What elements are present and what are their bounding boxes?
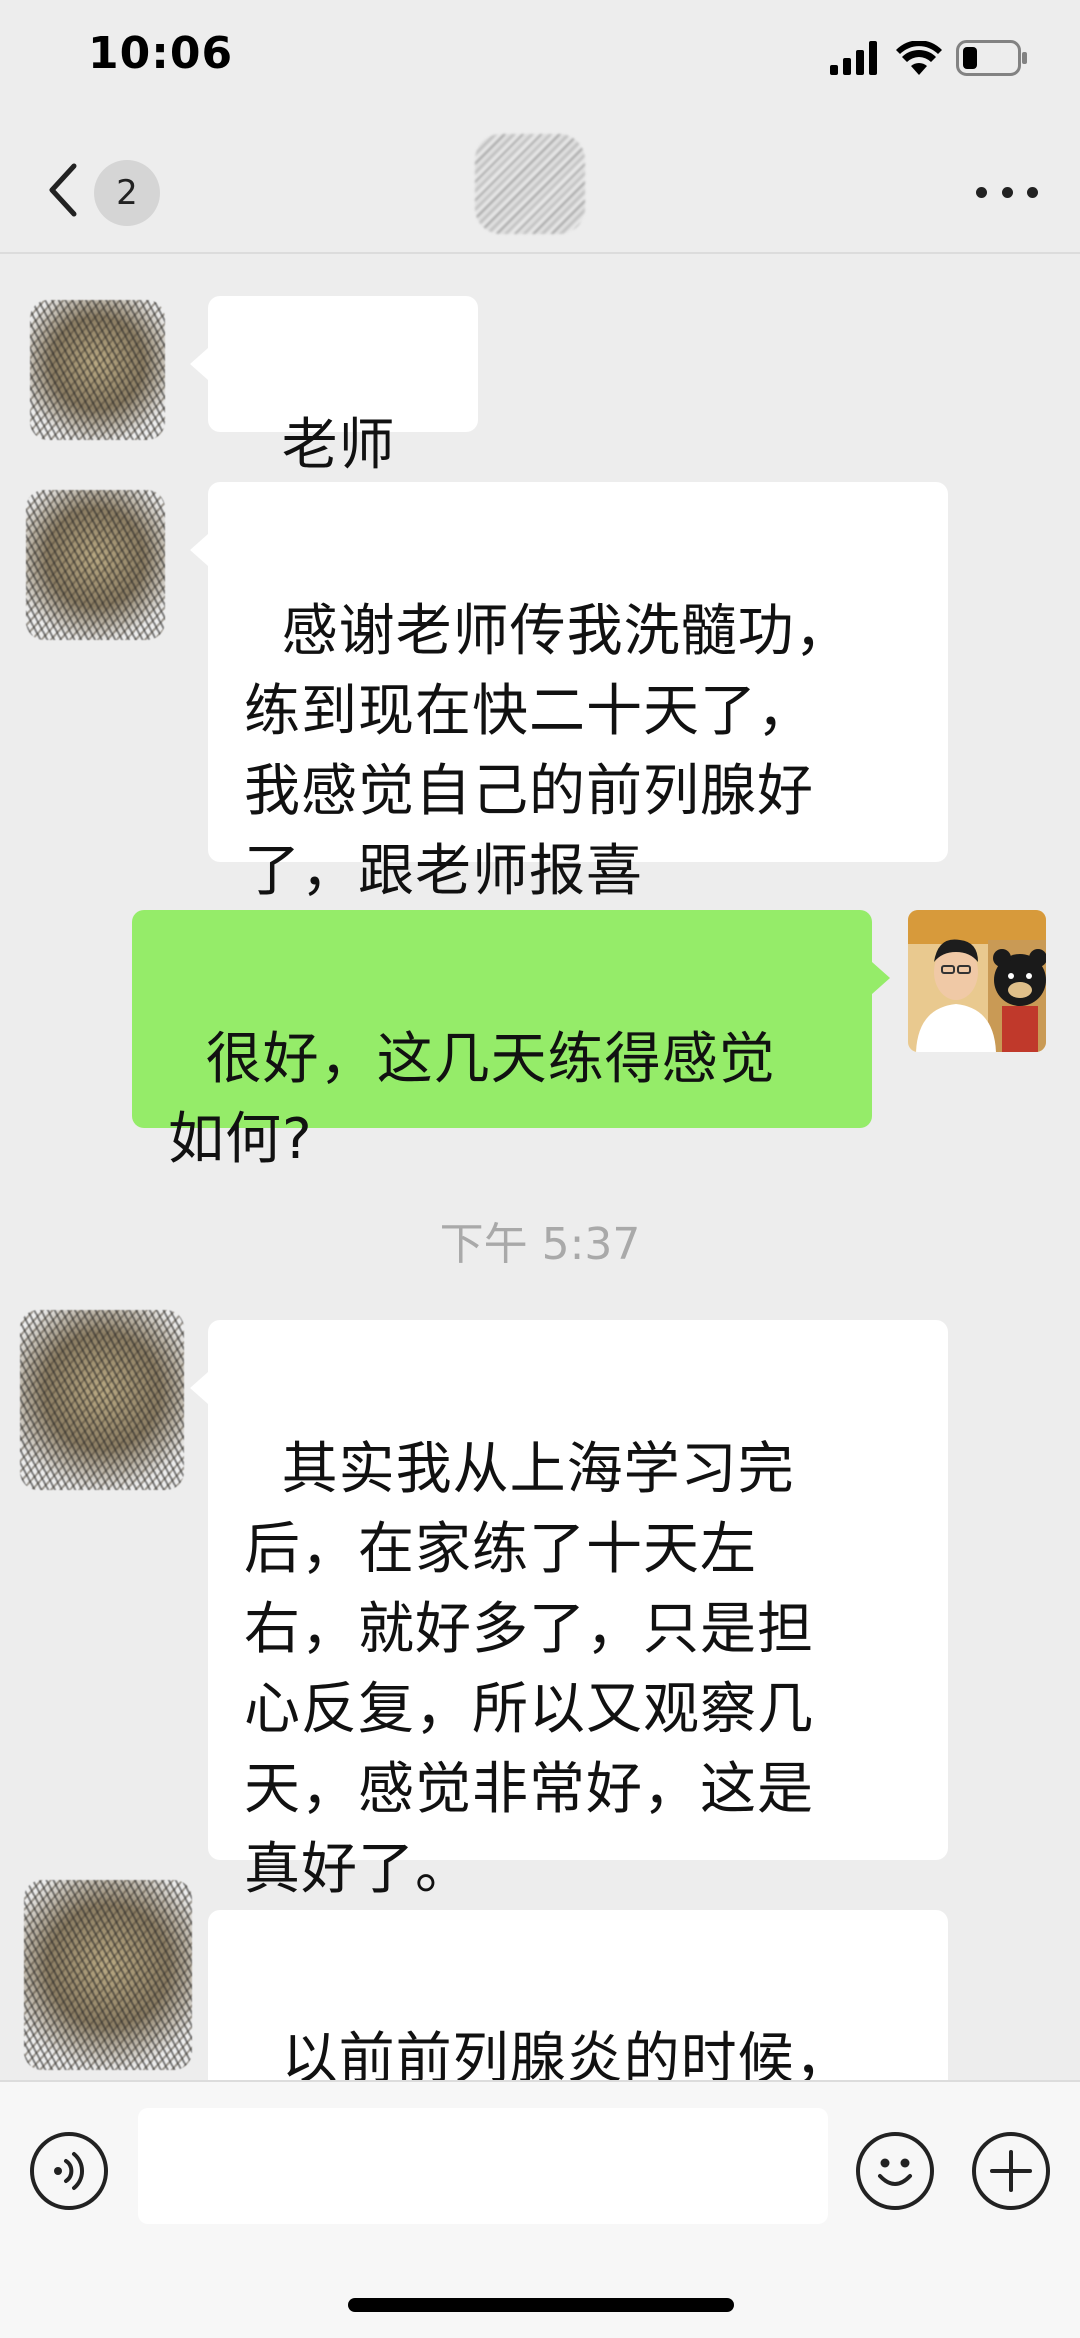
chat-header: 2 — [0, 128, 1080, 254]
unread-count-badge[interactable]: 2 — [94, 160, 160, 226]
plus-icon — [990, 2150, 1032, 2192]
message-bubble-received[interactable]: 老师好 — [190, 296, 478, 558]
emoji-icon — [878, 2158, 912, 2186]
status-bar: 10:06 — [0, 0, 1080, 120]
message-text: 其实我从上海学习完 后，在家练了十天左 右，就好多了，只是担 心反复，所以又观察… — [244, 1437, 814, 1902]
message-bubble-received[interactable]: 感谢老师传我洗髓功， 练到现在快二十天了， 我感觉自己的前列腺好 了，跟老师报喜 — [190, 482, 948, 904]
user-photo-icon — [908, 910, 1046, 1052]
emoji-button[interactable] — [856, 2132, 934, 2210]
message-timestamp: 下午 5:37 — [439, 1219, 641, 1270]
message-text-input[interactable] — [138, 2108, 828, 2224]
contact-avatar-redacted[interactable] — [0, 1860, 200, 2080]
contact-avatar-redacted[interactable] — [0, 280, 175, 480]
message-bubble-received[interactable]: 其实我从上海学习完 后，在家练了十天左 右，就好多了，只是担 心反复，所以又观察… — [190, 1320, 948, 1902]
self-avatar[interactable] — [908, 910, 1046, 1052]
more-functions-button[interactable] — [972, 2132, 1050, 2210]
wifi-icon — [896, 41, 942, 75]
home-indicator[interactable] — [348, 2298, 734, 2312]
voice-icon — [54, 2152, 85, 2190]
back-button[interactable] — [44, 158, 84, 222]
chat-title-redacted — [475, 134, 585, 234]
signal-icon — [830, 41, 877, 75]
message-text: 感谢老师传我洗髓功， 练到现在快二十天了， 我感觉自己的前列腺好 了，跟老师报喜 — [244, 599, 852, 904]
more-dots-icon — [976, 186, 987, 198]
battery-icon — [956, 40, 1027, 76]
more-options-button[interactable] — [976, 172, 1038, 212]
status-time: 10:06 — [88, 28, 234, 79]
message-bubble-sent[interactable]: 很好，这几天练得感觉 如何? — [132, 910, 890, 1172]
status-icons — [830, 36, 1028, 80]
chevron-left-icon — [49, 163, 77, 217]
voice-button[interactable] — [30, 2132, 108, 2210]
contact-avatar-redacted[interactable] — [0, 1290, 190, 1530]
contact-avatar-redacted[interactable] — [0, 470, 175, 670]
message-text: 很好，这几天练得感觉 如何? — [168, 1027, 776, 1172]
